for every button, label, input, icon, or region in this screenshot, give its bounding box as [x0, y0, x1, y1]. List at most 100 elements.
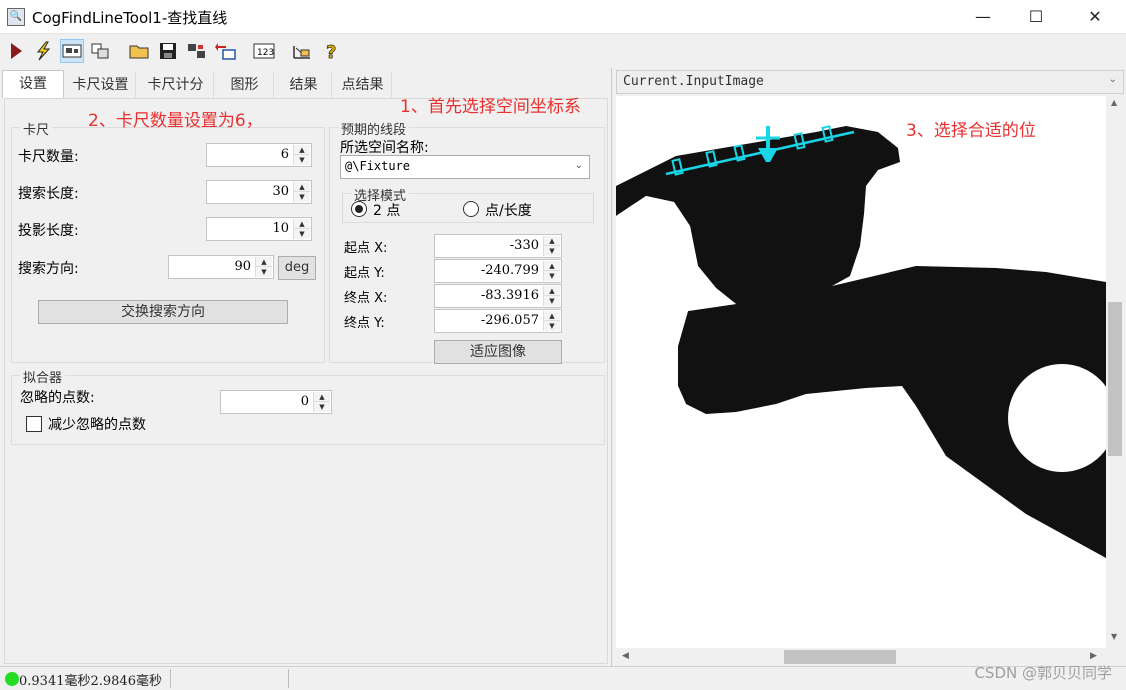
search-direction-stepper[interactable]: 90 ▲ ▼ [168, 255, 274, 279]
tab-point-results[interactable]: 点结果 [334, 72, 392, 98]
help-icon[interactable]: ? [320, 39, 344, 63]
spin-down-icon[interactable]: ▼ [544, 246, 560, 256]
two-points-radio[interactable] [351, 201, 367, 217]
vertical-scrollbar[interactable]: ▲ ▼ [1106, 96, 1124, 648]
graphics-icon[interactable] [290, 39, 314, 63]
start-y-stepper[interactable]: -240.799 ▲ ▼ [434, 259, 562, 283]
svg-text:?: ? [326, 42, 336, 61]
spin-down-icon[interactable]: ▼ [544, 296, 560, 306]
save-icon[interactable] [156, 39, 180, 63]
chevron-down-icon: ⌄ [574, 160, 583, 171]
space-name-select[interactable]: @\Fixture ⌄ [340, 155, 590, 179]
watermark: CSDN @郭贝贝同学 [974, 664, 1112, 682]
start-y-label: 起点 Y: [344, 266, 385, 281]
spin-up-icon[interactable]: ▲ [256, 257, 272, 267]
spin-down-icon[interactable]: ▼ [314, 402, 330, 412]
spin-down-icon[interactable]: ▼ [544, 271, 560, 281]
close-button[interactable]: ✕ [1072, 0, 1118, 34]
status-divider [170, 669, 171, 688]
minimize-button[interactable]: — [960, 0, 1006, 34]
spin-up-icon[interactable]: ▲ [314, 392, 330, 402]
spin-up-icon[interactable]: ▲ [544, 311, 560, 321]
num-calipers-stepper[interactable]: 6 ▲ ▼ [206, 143, 312, 167]
tab-caliper-scoring[interactable]: 卡尺计分 [138, 72, 214, 98]
image-source-select[interactable]: Current.InputImage ⌄ [616, 70, 1124, 94]
spin-down-icon[interactable]: ▼ [256, 267, 272, 277]
image-source-label: Current.InputImage [623, 74, 764, 89]
decrease-ignored-label: 减少忽略的点数 [48, 417, 146, 433]
spin-up-icon[interactable]: ▲ [294, 219, 310, 229]
ignore-points-stepper[interactable]: 0 ▲ ▼ [220, 390, 332, 414]
status-timing: 0.9341毫秒2.9846毫秒 [19, 674, 162, 689]
numbers-icon[interactable]: 123 [252, 39, 276, 63]
annotation-position: 3、选择合适的位 [906, 121, 1036, 141]
search-length-stepper[interactable]: 30 ▲ ▼ [206, 180, 312, 204]
status-divider [288, 669, 289, 688]
annotation-caliper-count: 2、卡尺数量设置为6， [88, 111, 263, 131]
spin-down-icon[interactable]: ▼ [294, 155, 310, 165]
expected-segment-group-title: 预期的线段 [338, 119, 410, 138]
part-image [616, 125, 1106, 558]
settings-tab-content: 卡尺 卡尺数量: 6 ▲ ▼ 搜索长度: 30 ▲ ▼ 投影长度: 10 ▲ ▼ 搜索… [4, 98, 608, 664]
space-name-value: @\Fixture [345, 159, 411, 173]
scroll-down-icon[interactable]: ▼ [1111, 632, 1117, 641]
fit-to-image-button[interactable]: 适应图像 [434, 340, 562, 364]
projection-length-value: 10 [272, 221, 289, 236]
scroll-right-icon[interactable]: ▶ [1090, 651, 1097, 661]
title-bar: 🔍 CogFindLineTool1-查找直线 — ☐ ✕ [0, 0, 1126, 34]
maximize-button[interactable]: ☐ [1013, 0, 1059, 34]
app-icon: 🔍 [7, 8, 25, 26]
settings-icon[interactable] [185, 39, 209, 63]
reset-icon[interactable] [214, 39, 238, 63]
vertical-scroll-thumb[interactable] [1108, 302, 1122, 456]
spin-down-icon[interactable]: ▼ [544, 321, 560, 331]
search-length-value: 30 [272, 184, 289, 199]
projection-length-stepper[interactable]: 10 ▲ ▼ [206, 217, 312, 241]
annotation-space-coord: 1、首先选择空间坐标系 [400, 97, 581, 117]
run-icon[interactable] [4, 39, 28, 63]
two-points-label: 2 点 [373, 203, 401, 219]
end-y-stepper[interactable]: -296.057 ▲ ▼ [434, 309, 562, 333]
toolbar: 123 ? [0, 35, 1126, 67]
tab-settings[interactable]: 设置 [2, 70, 64, 98]
tab-results[interactable]: 结果 [276, 72, 332, 98]
horizontal-scroll-thumb[interactable] [784, 650, 896, 664]
settings-panel: 设置 卡尺设置 卡尺计分 图形 结果 点结果 卡尺 卡尺数量: 6 ▲ ▼ 搜索长… [0, 68, 612, 666]
end-x-value: -83.3916 [480, 288, 539, 303]
tab-graphics[interactable]: 图形 [216, 72, 274, 98]
tab-caliper-settings[interactable]: 卡尺设置 [66, 72, 136, 98]
start-x-stepper[interactable]: -330 ▲ ▼ [434, 234, 562, 258]
spin-up-icon[interactable]: ▲ [294, 145, 310, 155]
expected-segment-group: 预期的线段 所选空间名称: @\Fixture ⌄ 选择模式 2 点 点/长度 … [329, 119, 605, 364]
end-y-label: 终点 Y: [344, 316, 385, 331]
fitter-group: 拟合器 忽略的点数: 0 ▲ ▼ 减少忽略的点数 [11, 367, 605, 445]
window-title: CogFindLineTool1-查找直线 [32, 9, 228, 27]
electric-run-icon[interactable] [31, 39, 55, 63]
spin-up-icon[interactable]: ▲ [544, 236, 560, 246]
projection-length-label: 投影长度: [18, 223, 79, 239]
fitter-group-title: 拟合器 [20, 367, 66, 386]
spin-up-icon[interactable]: ▲ [544, 261, 560, 271]
spin-down-icon[interactable]: ▼ [294, 229, 310, 239]
end-x-stepper[interactable]: -83.3916 ▲ ▼ [434, 284, 562, 308]
spin-up-icon[interactable]: ▲ [294, 182, 310, 192]
decrease-ignored-checkbox[interactable] [26, 416, 42, 432]
ignore-points-value: 0 [300, 394, 309, 409]
start-y-value: -240.799 [480, 263, 539, 278]
spin-down-icon[interactable]: ▼ [294, 192, 310, 202]
status-bar: 0.9341毫秒2.9846毫秒 [0, 666, 1126, 690]
point-length-radio[interactable] [463, 201, 479, 217]
chevron-down-icon: ⌄ [1108, 74, 1117, 85]
status-indicator-icon [5, 672, 19, 686]
display-icon[interactable] [60, 39, 84, 63]
spin-up-icon[interactable]: ▲ [544, 286, 560, 296]
caliper-group-title: 卡尺 [20, 119, 53, 138]
scroll-up-icon[interactable]: ▲ [1111, 98, 1117, 107]
scroll-left-icon[interactable]: ◀ [622, 651, 629, 661]
space-name-label: 所选空间名称: [340, 140, 429, 156]
degree-unit-button[interactable]: deg [278, 256, 316, 280]
open-folder-icon[interactable] [128, 39, 152, 63]
window-icon[interactable] [88, 39, 112, 63]
image-canvas[interactable]: 3、选择合适的位 [616, 96, 1106, 648]
swap-search-direction-button[interactable]: 交换搜索方向 [38, 300, 288, 324]
